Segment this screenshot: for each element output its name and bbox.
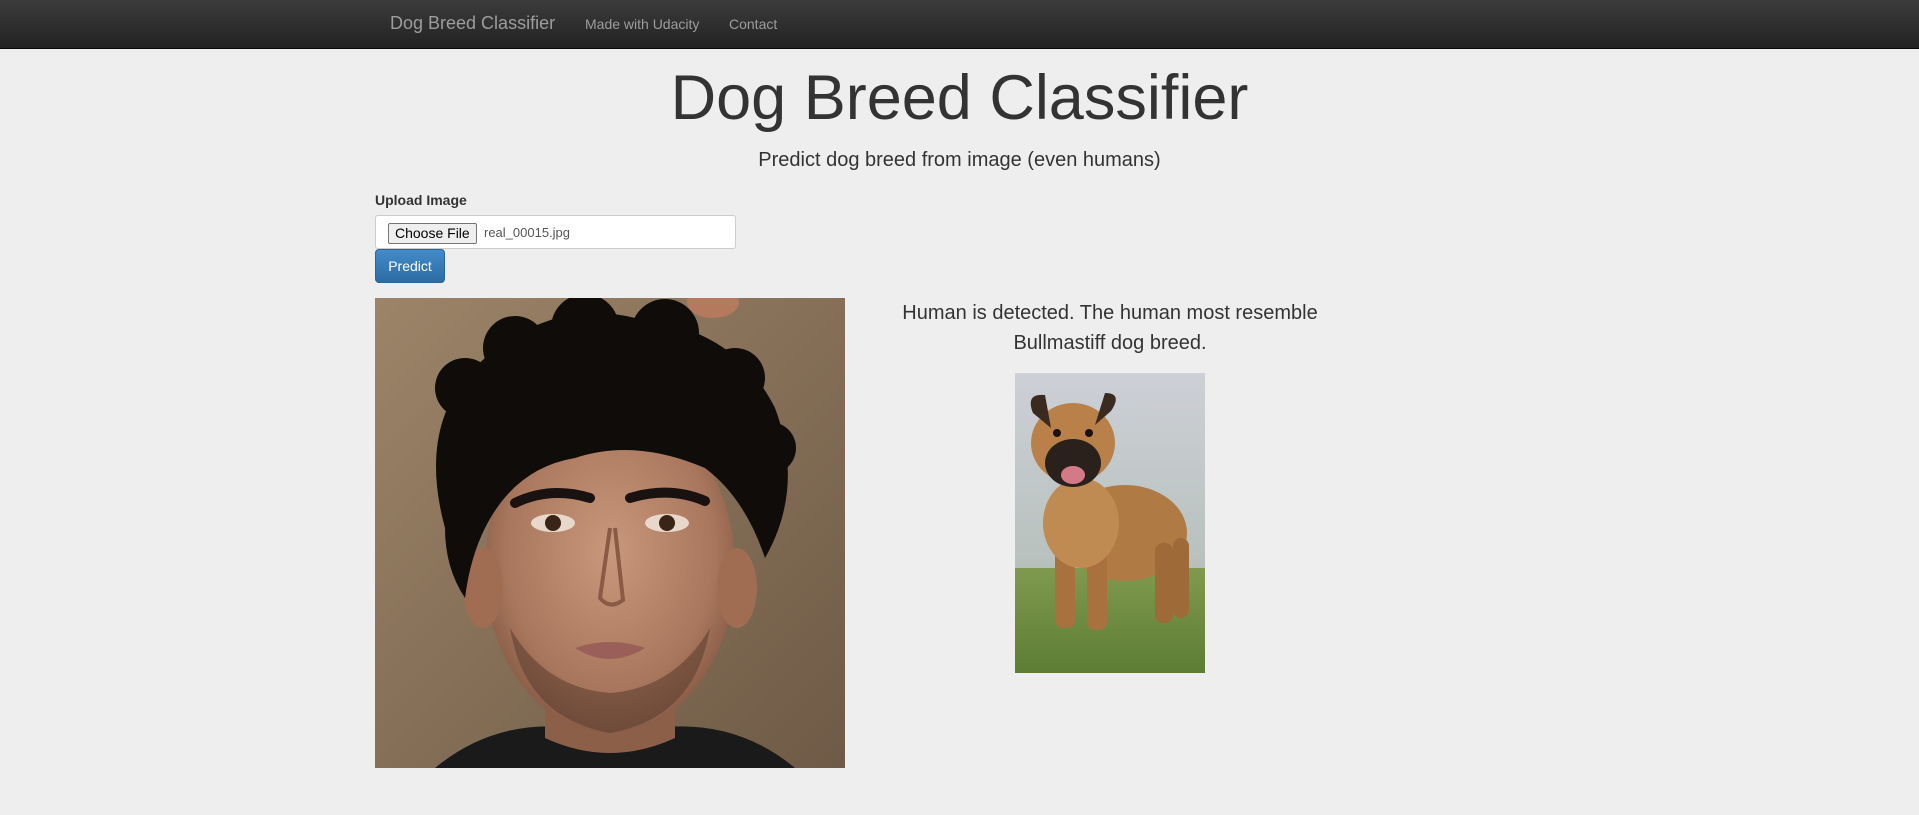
portrait-photo [375, 298, 845, 768]
navbar: Dog Breed Classifier Made with Udacity C… [0, 0, 1919, 49]
uploaded-image [375, 298, 845, 768]
navbar-brand[interactable]: Dog Breed Classifier [390, 13, 555, 34]
selected-file-name: real_00015.jpg [484, 225, 571, 240]
page-title: Dog Breed Classifier [670, 63, 1249, 133]
nav-link-udacity[interactable]: Made with Udacity [585, 16, 699, 32]
prediction-result-line-1: Human is detected. The human most resemb… [902, 302, 1318, 324]
prediction-result: Human is detected. The human most resemb… [870, 298, 1350, 358]
file-input[interactable]: Choose File real_00015.jpg [375, 215, 736, 249]
predict-button[interactable]: Predict [375, 249, 445, 283]
page-subtitle: Predict dog breed from image (even human… [758, 149, 1161, 171]
choose-file-button[interactable]: Choose File [388, 223, 477, 244]
prediction-result-line-2: Bullmastiff dog breed. [1013, 332, 1207, 354]
breed-example-image [1015, 373, 1205, 673]
nav-link-contact[interactable]: Contact [729, 16, 777, 32]
bullmastiff-photo [1015, 373, 1205, 673]
upload-image-label: Upload Image [375, 192, 467, 208]
